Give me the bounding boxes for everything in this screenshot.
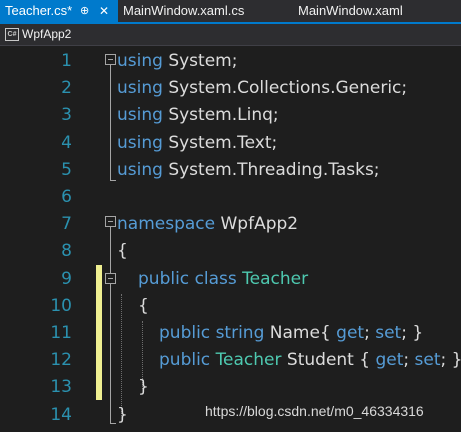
text-token: {	[138, 295, 149, 316]
close-icon[interactable]: ✕	[99, 0, 109, 22]
text-token: ;	[364, 323, 376, 343]
code-text[interactable]: }	[138, 374, 149, 401]
code-text[interactable]: {	[138, 293, 149, 320]
tab-mainwindow-xaml-cs[interactable]: MainWindow.xaml.cs	[118, 0, 298, 22]
code-text[interactable]: public string Name{ get; set; }	[159, 320, 423, 347]
line-number: 2	[61, 78, 72, 99]
text-token: System.Linq;	[162, 105, 279, 126]
keyword-token: using	[117, 159, 163, 180]
watermark-text: https://blog.csdn.net/m0_46334316	[205, 403, 424, 419]
code-line[interactable]: 13}	[0, 374, 461, 401]
code-line[interactable]: 3 using System.Linq;	[0, 102, 461, 129]
navigation-bar: C# WpfApp2	[0, 24, 461, 46]
code-line[interactable]: 6	[0, 184, 461, 211]
keyword-token: class	[194, 268, 237, 289]
line-number: 6	[61, 187, 72, 207]
line-number: 12	[50, 350, 72, 371]
code-text[interactable]: namespace WpfApp2	[117, 211, 298, 238]
text-token: System.Text;	[162, 132, 278, 153]
code-text[interactable]: {	[117, 238, 128, 265]
code-line[interactable]: 7 namespace WpfApp2	[0, 211, 461, 238]
keyword-token: using	[117, 78, 163, 99]
line-number: 8	[61, 241, 72, 262]
keyword-token: get	[375, 350, 404, 371]
keyword-token: set	[375, 323, 402, 343]
keyword-token: public	[159, 323, 211, 343]
keyword-token: string	[215, 323, 265, 343]
keyword-token: public	[138, 268, 190, 289]
code-line[interactable]: 2 using System.Collections.Generic;	[0, 75, 461, 102]
line-number: 5	[61, 159, 72, 180]
tab-label: MainWindow.xaml	[298, 3, 403, 18]
tab-label: Teacher.cs*	[5, 3, 73, 18]
keyword-token: get	[336, 323, 365, 343]
code-text[interactable]: public Teacher Student { get; set; }	[159, 347, 461, 374]
code-text[interactable]: using System.Linq;	[117, 102, 279, 129]
keyword-token: using	[117, 51, 163, 71]
keyword-token: public	[159, 350, 211, 371]
code-line[interactable]: 9 public class Teacher	[0, 266, 461, 293]
text-token: Student {	[281, 350, 376, 371]
code-editor[interactable]: 1 using System; 2 using System.Collections.…	[0, 46, 461, 432]
code-text[interactable]: using System.Collections.Generic;	[117, 75, 407, 102]
code-text[interactable]: using System;	[117, 48, 237, 75]
keyword-token: set	[414, 350, 441, 371]
pin-icon[interactable]: ⊕	[80, 0, 89, 22]
text-token: System.Threading.Tasks;	[162, 159, 380, 180]
code-text[interactable]: }	[117, 402, 128, 429]
line-number: 3	[61, 105, 72, 126]
code-line[interactable]: 10 {	[0, 293, 461, 320]
text-token: System;	[162, 51, 238, 71]
keyword-token: namespace	[117, 214, 216, 235]
code-text[interactable]: using System.Text;	[117, 130, 277, 157]
tab-mainwindow-xaml[interactable]: MainWindow.xaml	[298, 0, 461, 22]
text-token: {	[117, 241, 128, 262]
text-token: ; }	[401, 323, 424, 343]
line-number: 10	[50, 295, 72, 316]
line-number: 14	[50, 404, 72, 425]
line-number: 13	[50, 377, 72, 398]
line-number: 11	[50, 323, 72, 343]
document-tab-strip: Teacher.cs* ⊕ ✕ MainWindow.xaml.cs MainW…	[0, 0, 461, 22]
code-line[interactable]: 11 public string Name{ get; set; }	[0, 320, 461, 347]
line-number: 7	[61, 214, 72, 235]
code-text[interactable]: using System.Threading.Tasks;	[117, 157, 380, 184]
text-token: ;	[403, 350, 415, 371]
text-token: ; }	[440, 350, 461, 371]
csharp-project-icon: C#	[5, 28, 19, 41]
keyword-token: using	[117, 105, 163, 126]
type-token: Teacher	[215, 350, 282, 371]
keyword-token: using	[117, 132, 163, 153]
type-token: Teacher	[242, 268, 309, 289]
code-line[interactable]: 4 using System.Text;	[0, 130, 461, 157]
text-token: Name{	[264, 323, 337, 343]
line-number: 1	[61, 51, 72, 71]
code-line[interactable]: 1 using System;	[0, 48, 461, 75]
code-line[interactable]: 12 public Teacher Student { get; set; }	[0, 347, 461, 374]
line-number: 4	[61, 132, 72, 153]
code-text[interactable]: public class Teacher	[138, 266, 308, 293]
line-number: 9	[61, 268, 72, 289]
project-dropdown[interactable]: WpfApp2	[22, 24, 71, 45]
text-token: }	[117, 404, 128, 425]
text-token: System.Collections.Generic;	[162, 78, 408, 99]
text-token: }	[138, 377, 149, 398]
tab-label: MainWindow.xaml.cs	[123, 3, 245, 18]
code-line[interactable]: 8{	[0, 238, 461, 265]
text-token: WpfApp2	[215, 214, 299, 235]
code-line[interactable]: 5 using System.Threading.Tasks;	[0, 157, 461, 184]
tab-teacher-cs[interactable]: Teacher.cs* ⊕ ✕	[0, 0, 118, 22]
